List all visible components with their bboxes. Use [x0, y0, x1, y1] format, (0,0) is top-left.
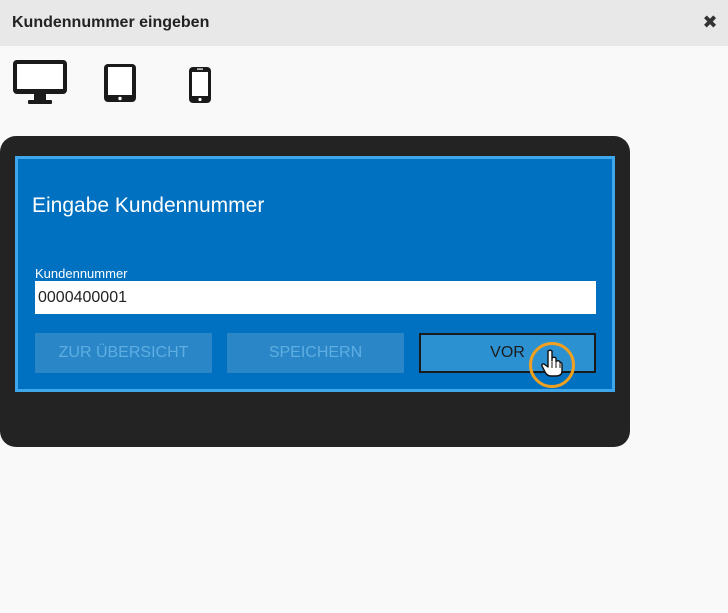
phone-icon[interactable] — [188, 66, 212, 104]
device-preview-frame: Eingabe Kundennummer Kundennummer ZUR ÜB… — [0, 136, 630, 447]
desktop-icon[interactable] — [12, 59, 68, 107]
close-icon[interactable]: ✖ — [702, 13, 718, 31]
customer-number-input[interactable] — [35, 281, 596, 314]
hand-cursor-icon — [541, 349, 563, 377]
tablet-icon[interactable] — [103, 63, 137, 103]
window-title: Kundennummer eingeben — [12, 14, 210, 31]
screen-heading: Eingabe Kundennummer — [32, 194, 265, 217]
device-switcher — [0, 46, 728, 116]
window-titlebar: Kundennummer eingeben ✖ — [0, 0, 728, 46]
preview-screen: Eingabe Kundennummer Kundennummer ZUR ÜB… — [15, 156, 615, 392]
customer-number-label: Kundennummer — [35, 266, 128, 281]
save-button[interactable]: SPEICHERN — [227, 333, 404, 373]
overview-button[interactable]: ZUR ÜBERSICHT — [35, 333, 212, 373]
